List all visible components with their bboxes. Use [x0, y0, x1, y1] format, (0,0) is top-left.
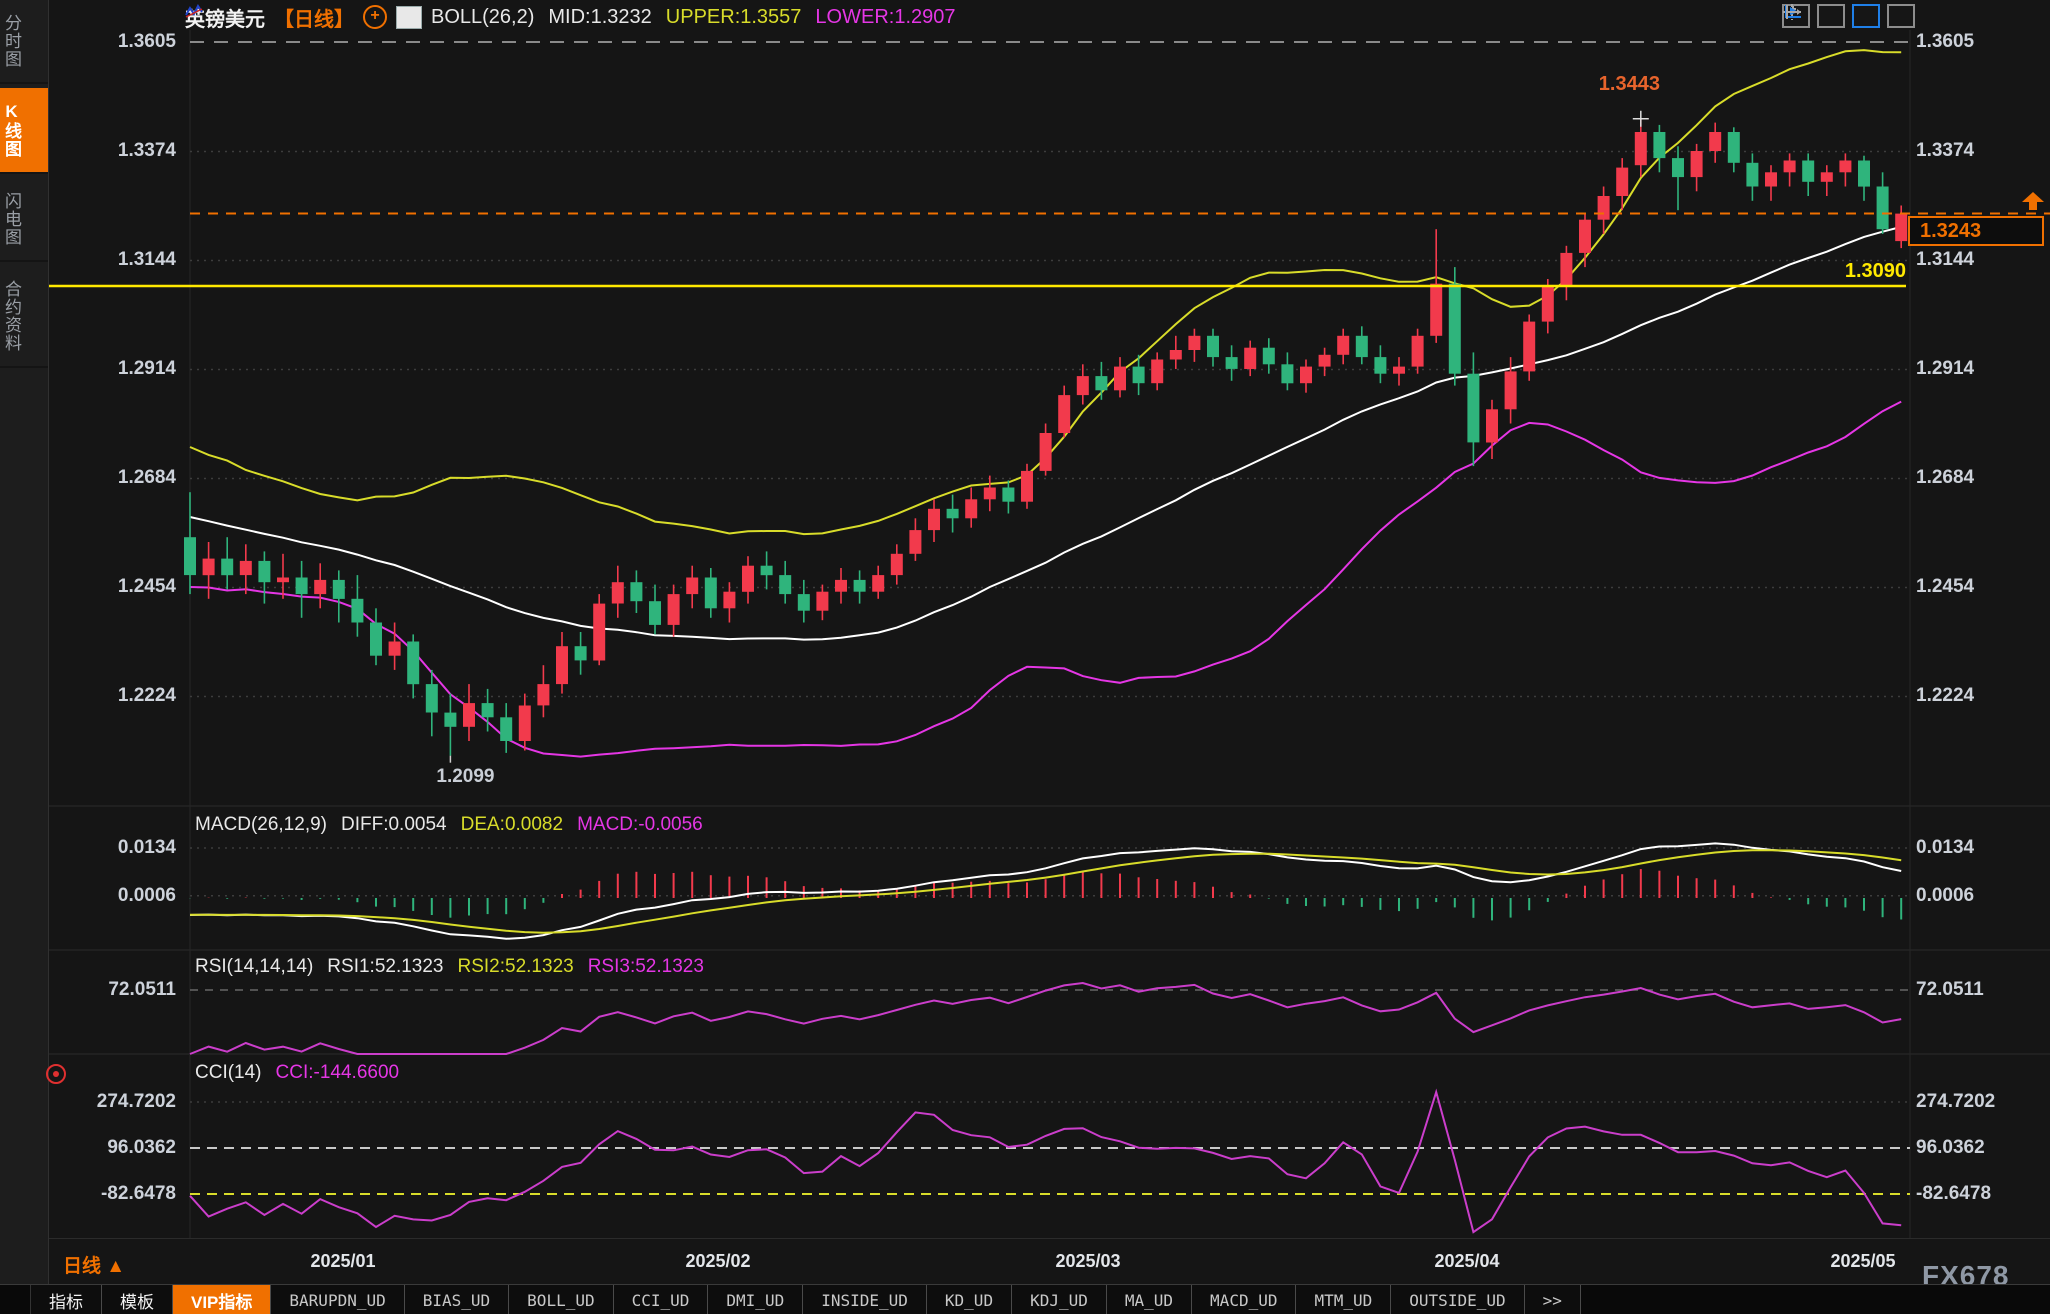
- axis-tick-label: 1.3374: [92, 140, 176, 162]
- red-target-icon[interactable]: [46, 1064, 66, 1084]
- axis-tick-label: 0.0134: [1916, 837, 1974, 859]
- indicator-tab-bar: 指标模板VIP指标BARUPDN_UDBIAS_UDBOLL_UDCCI_UDD…: [0, 1284, 2050, 1314]
- axis-tick-label: 274.7202: [1916, 1091, 1995, 1113]
- tab-模板[interactable]: 模板: [102, 1285, 173, 1314]
- date-tick: 2025/04: [1397, 1251, 1537, 1272]
- tab-KDJ_UD[interactable]: KDJ_UD: [1012, 1285, 1107, 1314]
- axis-tick-label: 0.0006: [1916, 885, 1974, 907]
- axis-tick-label: 1.2224: [92, 685, 176, 707]
- sidebar-item-K线图[interactable]: K线图: [0, 88, 48, 174]
- axis-shift-icon[interactable]: [1887, 4, 1915, 28]
- axis-tick-label: 1.2454: [92, 576, 176, 598]
- legend-segment: CCI:-144.6600: [276, 1062, 400, 1084]
- axis-tick-label: 0.0134: [92, 837, 176, 859]
- tab-CCI_UD[interactable]: CCI_UD: [614, 1285, 709, 1314]
- legend-segment: RSI(14,14,14): [195, 956, 313, 978]
- macd-legend: MACD(26,12,9) DIFF:0.0054 DEA:0.0082 MACD:-…: [195, 814, 703, 836]
- axis-tick-label: 0.0006: [92, 885, 176, 907]
- tab-INSIDE_UD[interactable]: INSIDE_UD: [803, 1285, 927, 1314]
- title-bar: 英镑美元 【日线】 + BOLL(26,2)MID:1.3232UPPER:1.…: [185, 3, 970, 31]
- tab-VIP指标[interactable]: VIP指标: [173, 1285, 271, 1314]
- add-indicator-icon[interactable]: +: [363, 5, 387, 29]
- chart-toolbar: [1782, 4, 1915, 28]
- axis-tick-label: 96.0362: [92, 1137, 176, 1159]
- legend-segment: DIFF:0.0054: [341, 814, 447, 836]
- axis-scale-icon[interactable]: [1817, 4, 1845, 28]
- axis-tick-label: 1.3144: [92, 249, 176, 271]
- axis-tick-label: 1.3144: [1916, 249, 1974, 271]
- tab-指标[interactable]: 指标: [31, 1285, 102, 1314]
- period-selector[interactable]: 日线 ▲: [63, 1251, 125, 1278]
- sidebar: 分时图K线图闪电图合约资料: [0, 0, 49, 1284]
- tab-MA_UD[interactable]: MA_UD: [1107, 1285, 1192, 1314]
- legend-segment: MACD:-0.0056: [577, 814, 703, 836]
- tabbar-spacer: [0, 1285, 31, 1314]
- axis-tick-label: 1.2454: [1916, 576, 1974, 598]
- sidebar-item-闪电图[interactable]: 闪电图: [0, 178, 48, 262]
- axis-tick-label: 72.0511: [1916, 979, 1984, 1001]
- axis-tick-label: 96.0362: [1916, 1137, 1985, 1159]
- axis-tick-label: 274.7202: [92, 1091, 176, 1113]
- date-tick: 2025/02: [648, 1251, 788, 1272]
- axis-play-icon[interactable]: [1852, 4, 1880, 28]
- chart-svg[interactable]: [0, 0, 2050, 1314]
- axis-tick-label: 1.3605: [1916, 31, 1974, 53]
- period-tag: 【日线】: [274, 3, 354, 32]
- legend-segment: BOLL(26,2): [431, 6, 534, 28]
- date-tick: 2025/05: [1793, 1251, 1933, 1272]
- tab-DMI_UD[interactable]: DMI_UD: [708, 1285, 803, 1314]
- legend-segment: RSI1:52.1323: [327, 956, 443, 978]
- axis-tick-label: -82.6478: [1916, 1183, 1991, 1205]
- last-price-badge: 1.3243: [1908, 216, 2044, 246]
- tab-BIAS_UD[interactable]: BIAS_UD: [405, 1285, 509, 1314]
- legend-segment: RSI3:52.1323: [588, 956, 704, 978]
- legend-segment: MACD(26,12,9): [195, 814, 327, 836]
- tab-MACD_UD[interactable]: MACD_UD: [1192, 1285, 1296, 1314]
- axis-tick-label: 1.2684: [92, 467, 176, 489]
- legend-segment: MID:1.3232: [548, 6, 651, 28]
- tab-KD_UD[interactable]: KD_UD: [927, 1285, 1012, 1314]
- sidebar-item-分时图[interactable]: 分时图: [0, 0, 48, 84]
- legend-segment: LOWER:1.2907: [815, 6, 955, 28]
- tab-BARUPDN_UD[interactable]: BARUPDN_UD: [271, 1285, 404, 1314]
- tab-OUTSIDE_UD[interactable]: OUTSIDE_UD: [1391, 1285, 1524, 1314]
- low-price-label: 1.2099: [436, 766, 494, 788]
- legend-segment: DEA:0.0082: [461, 814, 563, 836]
- axis-tick-label: 1.3605: [92, 31, 176, 53]
- legend-segment: RSI2:52.1323: [458, 956, 574, 978]
- axis-tick-label: 1.2684: [1916, 467, 1974, 489]
- boll-legend: BOLL(26,2) MID:1.3232 UPPER:1.3557 LOWER:1.…: [431, 6, 970, 29]
- tab-MTM_UD[interactable]: MTM_UD: [1296, 1285, 1391, 1314]
- date-tick: 2025/01: [273, 1251, 413, 1272]
- high-price-label: 1.3443: [1599, 73, 1660, 96]
- cci-legend: CCI(14) CCI:-144.6600: [195, 1062, 399, 1084]
- tab-BOLL_UD[interactable]: BOLL_UD: [509, 1285, 613, 1314]
- axis-tick-label: 1.2914: [1916, 358, 1974, 380]
- legend-segment: UPPER:1.3557: [666, 6, 802, 28]
- axis-tick-label: 1.2914: [92, 358, 176, 380]
- chart-style-icon[interactable]: [396, 6, 422, 29]
- legend-segment: CCI(14): [195, 1062, 262, 1084]
- axis-tick-label: -82.6478: [92, 1183, 176, 1205]
- date-tick: 2025/03: [1018, 1251, 1158, 1272]
- sidebar-item-合约资料[interactable]: 合约资料: [0, 266, 48, 368]
- tab->>[interactable]: >>: [1525, 1285, 1581, 1314]
- axis-tick-label: 1.2224: [1916, 685, 1974, 707]
- chart-application: 分时图K线图闪电图合约资料 英镑美元 【日线】 + BOLL(26,2)MID:…: [0, 0, 2050, 1314]
- yellow-line-label: 1.3090: [1760, 260, 1906, 283]
- date-axis: 日线 ▲ 2025/01 2025/02 2025/03 2025/04 2025/05: [49, 1238, 2050, 1285]
- rsi-legend: RSI(14,14,14) RSI1:52.1323 RSI2:52.1323 RSI…: [195, 956, 704, 978]
- axis-tick-label: 1.3374: [1916, 140, 1974, 162]
- axis-tick-label: 72.0511: [92, 979, 176, 1001]
